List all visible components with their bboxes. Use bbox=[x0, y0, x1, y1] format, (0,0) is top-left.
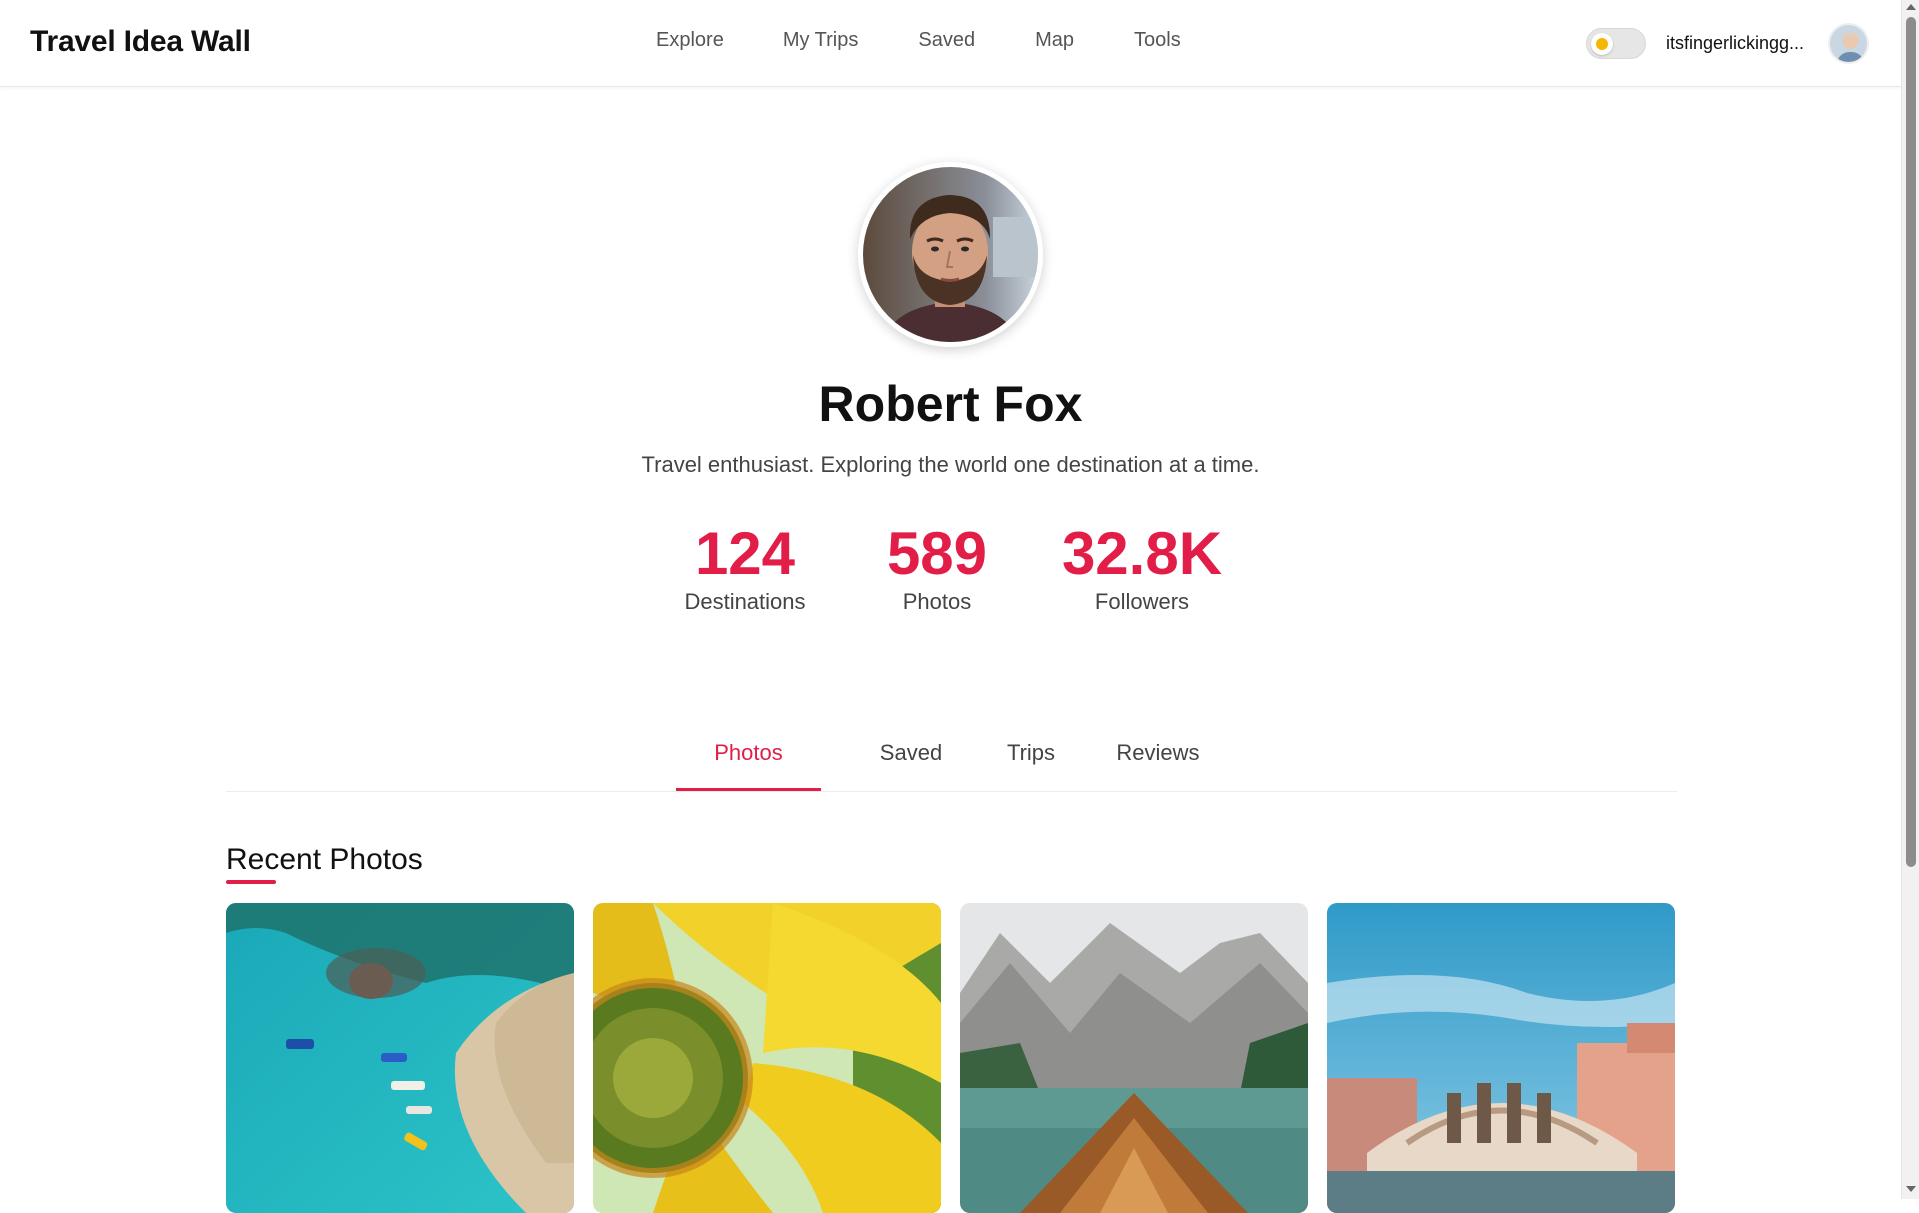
nav-map[interactable]: Map bbox=[1035, 29, 1074, 52]
stat-label: Followers bbox=[1094, 589, 1190, 614]
sun-icon bbox=[1596, 38, 1608, 50]
theme-toggle-knob bbox=[1591, 33, 1613, 55]
theme-toggle[interactable] bbox=[1586, 28, 1646, 59]
top-navigation-bar: Travel Idea Wall Explore My Trips Saved … bbox=[0, 0, 1901, 87]
profile-bio: Travel enthusiast. Exploring the world o… bbox=[641, 452, 1260, 477]
photo-card-venice[interactable] bbox=[1327, 903, 1675, 1213]
stat-photos[interactable]: 589 Photos bbox=[872, 520, 1002, 616]
profile-tabs: Photos Saved Trips Reviews bbox=[226, 720, 1677, 792]
stat-label: Destinations bbox=[684, 589, 806, 614]
stat-destinations[interactable]: 124 Destinations bbox=[675, 520, 815, 616]
photo-card-mountain-lake[interactable] bbox=[960, 903, 1308, 1213]
nav-explore[interactable]: Explore bbox=[656, 29, 724, 52]
tab-photos[interactable]: Photos bbox=[676, 740, 821, 766]
nav-my-trips[interactable]: My Trips bbox=[783, 29, 859, 52]
username[interactable]: itsfingerlickingg... bbox=[1666, 33, 1811, 54]
section-title-underline bbox=[226, 880, 276, 884]
profile-name: Robert Fox bbox=[818, 376, 1083, 432]
scroll-up-arrow-icon[interactable] bbox=[1906, 4, 1916, 10]
stat-label: Photos bbox=[902, 589, 972, 614]
active-tab-indicator bbox=[676, 788, 821, 791]
main-nav: Explore My Trips Saved Map Tools bbox=[630, 29, 1181, 52]
stat-value: 124 bbox=[694, 520, 796, 587]
brand-logo[interactable]: Travel Idea Wall bbox=[30, 25, 251, 59]
tab-saved[interactable]: Saved bbox=[856, 740, 966, 766]
section-title: Recent Photos bbox=[226, 843, 423, 876]
tab-trips[interactable]: Trips bbox=[981, 740, 1081, 766]
scroll-down-arrow-icon[interactable] bbox=[1906, 1186, 1916, 1192]
photo-card-sunflower[interactable] bbox=[593, 903, 941, 1213]
stat-value: 589 bbox=[886, 520, 988, 587]
stat-value: 32.8K bbox=[1061, 520, 1223, 587]
stat-followers[interactable]: 32.8K Followers bbox=[1052, 520, 1232, 616]
profile-avatar bbox=[858, 162, 1043, 347]
nav-saved[interactable]: Saved bbox=[918, 29, 975, 52]
tab-reviews[interactable]: Reviews bbox=[1098, 740, 1218, 766]
user-avatar[interactable] bbox=[1828, 23, 1869, 64]
nav-tools[interactable]: Tools bbox=[1134, 29, 1181, 52]
photo-card-beach[interactable] bbox=[226, 903, 574, 1213]
page-scrollbar[interactable] bbox=[1901, 0, 1919, 1199]
scroll-thumb[interactable] bbox=[1906, 17, 1916, 867]
